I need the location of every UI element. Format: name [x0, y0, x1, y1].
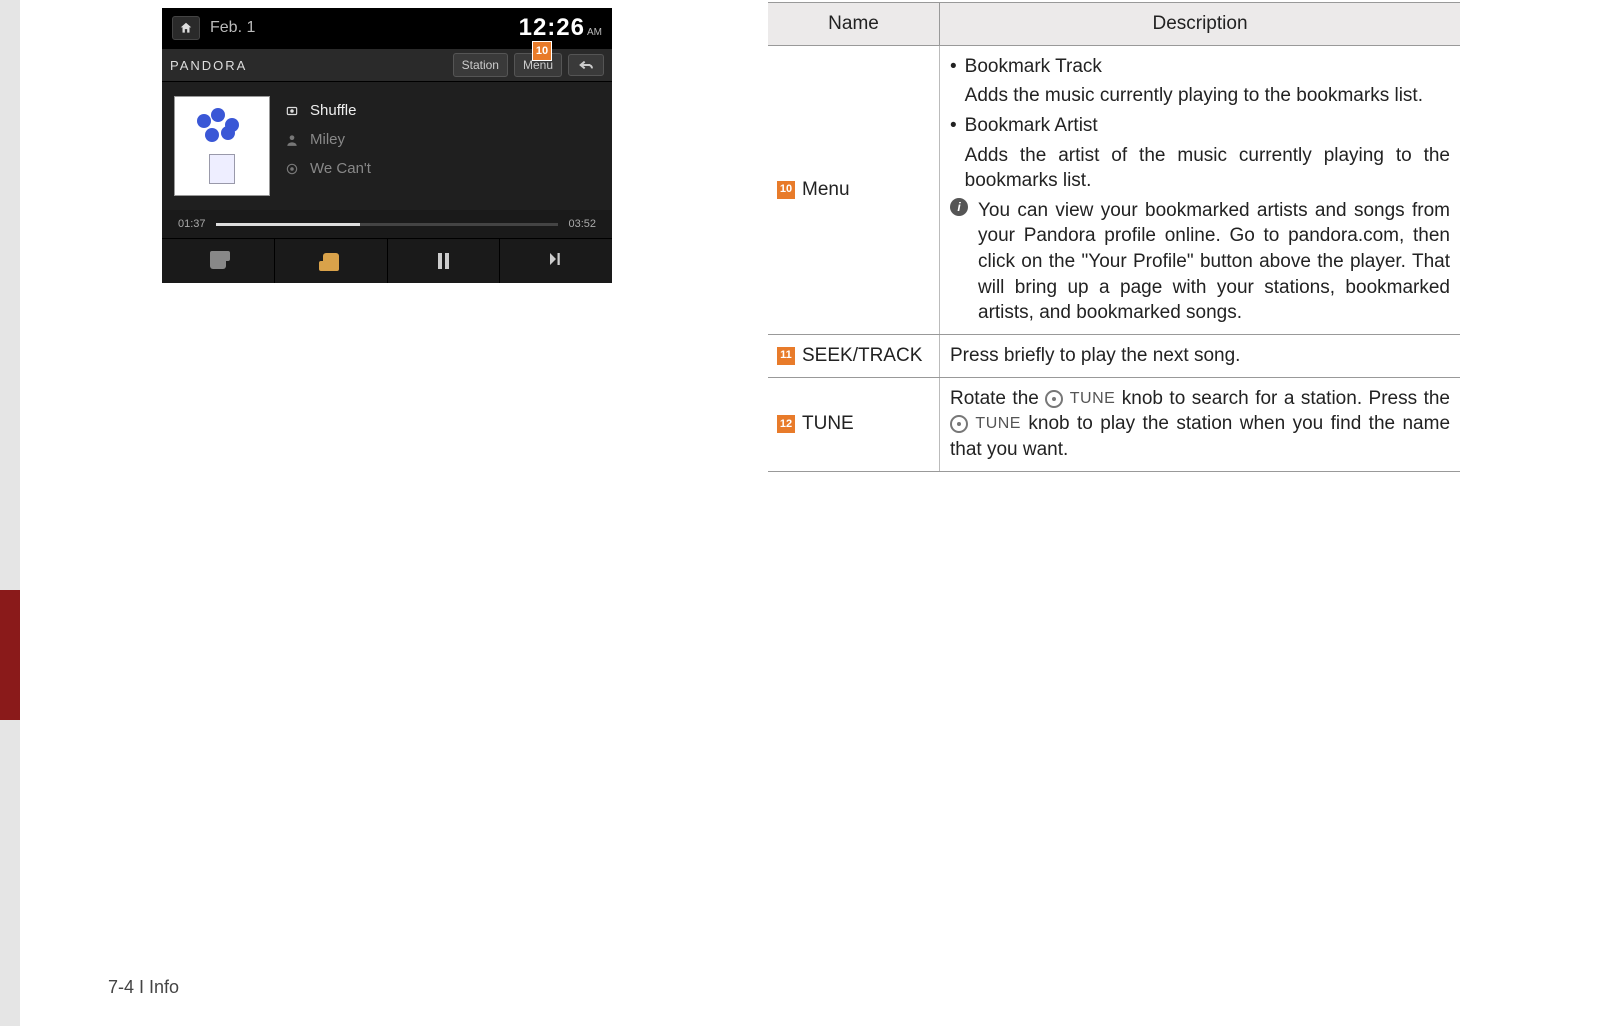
home-icon [179, 21, 193, 35]
col-header-desc: Description [940, 3, 1460, 45]
callout-marker-10: 10 [532, 41, 552, 61]
row-desc-cell: Rotate the TUNE knob to search for a sta… [940, 378, 1460, 471]
thumbs-up-button[interactable] [275, 239, 388, 283]
next-icon [547, 250, 565, 273]
section-tab-red [0, 590, 20, 720]
row-name: Menu [802, 177, 850, 203]
row-name: SEEK/TRACK [802, 343, 922, 369]
callout-number: 11 [776, 346, 796, 366]
station-button[interactable]: Station [453, 53, 508, 77]
bullet-title: Bookmark Track [965, 54, 1423, 80]
page-gutter [0, 0, 20, 1026]
callout-number: 12 [776, 414, 796, 434]
back-icon [578, 59, 594, 71]
bullet-title: Bookmark Artist [965, 113, 1450, 139]
total-time: 03:52 [568, 218, 596, 230]
pause-button[interactable] [388, 239, 501, 283]
thumbs-down-icon [210, 253, 226, 269]
station-label: Shuffle [310, 102, 356, 119]
artist-row: Miley [284, 131, 371, 148]
tune-knob-icon [950, 415, 968, 433]
desc-part-c: knob to play the station when you find t… [950, 413, 1450, 460]
artist-label: Miley [310, 131, 345, 148]
tune-knob-icon [1045, 390, 1063, 408]
bullet-body: Adds the music currently playing to the … [965, 83, 1423, 109]
tune-knob-label: TUNE [975, 416, 1021, 433]
pandora-logo: PANDORA [170, 58, 247, 73]
table-row: 11 SEEK/TRACK Press briefly to play the … [768, 335, 1460, 378]
row-name: TUNE [802, 411, 854, 437]
track-row: We Can't [284, 160, 371, 177]
info-text: You can view your bookmarked artists and… [978, 198, 1450, 326]
track-label: We Can't [310, 160, 371, 177]
home-button[interactable] [172, 16, 200, 40]
row-desc-cell: • Bookmark Track Adds the music currentl… [940, 46, 1460, 334]
row-name-cell: 11 SEEK/TRACK [768, 335, 940, 377]
thumbs-down-button[interactable] [162, 239, 275, 283]
bullet-item: • Bookmark Artist Adds the artist of the… [950, 113, 1450, 194]
station-row: Shuffle [284, 102, 371, 119]
table-row: 10 Menu • Bookmark Track Adds the music … [768, 46, 1460, 335]
track-icon [284, 161, 300, 177]
bullet-body: Adds the artist of the music currently p… [965, 143, 1450, 194]
playback-controls [162, 238, 612, 283]
app-title-bar: PANDORA Station Menu 10 [162, 48, 612, 82]
tune-knob-label: TUNE [1070, 390, 1116, 407]
elapsed-time: 01:37 [178, 218, 206, 230]
desc-part-a: Rotate the [950, 388, 1045, 409]
table-header: Name Description [768, 2, 1460, 46]
col-header-name: Name [768, 3, 940, 45]
callout-number: 10 [776, 180, 796, 200]
artist-icon [284, 132, 300, 148]
pandora-screenshot: Feb. 1 12:26 AM PANDORA Station Menu 10 [162, 8, 612, 283]
pause-icon [438, 253, 449, 269]
progress-bar-area: 01:37 03:52 [162, 210, 612, 238]
back-button[interactable] [568, 54, 604, 76]
bullet-item: • Bookmark Track Adds the music currentl… [950, 54, 1450, 109]
now-playing-area: Shuffle Miley We Can't [162, 82, 612, 210]
status-clock: 12:26 AM [519, 14, 602, 42]
thumbs-up-icon [323, 253, 339, 269]
info-note: i You can view your bookmarked artists a… [950, 198, 1450, 326]
reference-table: Name Description 10 Menu • Bookmark Trac… [768, 2, 1460, 472]
table-row: 12 TUNE Rotate the TUNE knob to search f… [768, 378, 1460, 472]
next-button[interactable] [500, 239, 612, 283]
row-name-cell: 12 TUNE [768, 378, 940, 471]
status-date: Feb. 1 [210, 19, 255, 37]
station-icon [284, 103, 300, 119]
page-footer: 7-4 I Info [108, 977, 179, 998]
row-name-cell: 10 Menu [768, 46, 940, 334]
album-art [174, 96, 270, 196]
progress-bar[interactable] [216, 223, 559, 226]
info-icon: i [950, 198, 968, 216]
row-desc-cell: Press briefly to play the next song. [940, 335, 1460, 377]
desc-part-b: knob to search for a station. Press the [1122, 388, 1450, 409]
